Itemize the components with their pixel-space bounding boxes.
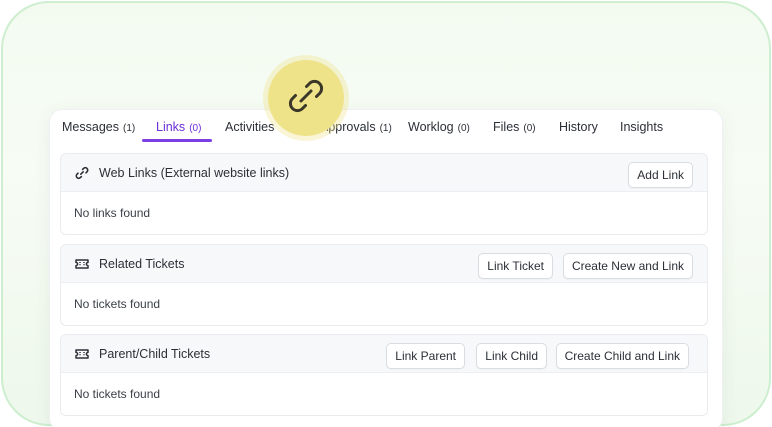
- ticket-icon: [74, 346, 90, 362]
- empty-state-text: No links found: [74, 206, 151, 220]
- tab-files[interactable]: Files (0): [493, 120, 536, 134]
- parent-child-tickets-header: Parent/Child Tickets Link Parent Link Ch…: [61, 335, 707, 373]
- tab-activities[interactable]: Activities: [225, 120, 274, 134]
- related-tickets-body: No tickets found: [61, 283, 707, 325]
- related-tickets-title: Related Tickets: [99, 257, 185, 271]
- link-child-button[interactable]: Link Child: [476, 343, 547, 369]
- tab-links[interactable]: Links (0): [156, 120, 201, 134]
- tab-worklog[interactable]: Worklog (0): [408, 120, 470, 134]
- active-tab-indicator: [142, 139, 212, 142]
- related-tickets-header: Related Tickets Link Ticket Create New a…: [61, 245, 707, 283]
- link-icon: [284, 74, 328, 123]
- empty-state-text: No tickets found: [74, 297, 161, 311]
- create-new-and-link-button[interactable]: Create New and Link: [562, 253, 693, 279]
- ticket-icon: [74, 256, 90, 272]
- tab-messages[interactable]: Messages (1): [62, 120, 135, 134]
- web-links-section: Web Links (External website links) Add L…: [60, 153, 708, 235]
- parent-child-tickets-body: No tickets found: [61, 373, 707, 415]
- web-links-title: Web Links (External website links): [99, 166, 290, 180]
- empty-state-text: No tickets found: [74, 387, 161, 401]
- parent-child-tickets-section: Parent/Child Tickets Link Parent Link Ch…: [60, 334, 708, 416]
- link-ticket-button[interactable]: Link Ticket: [478, 253, 553, 279]
- parent-child-tickets-title: Parent/Child Tickets: [99, 347, 211, 361]
- web-links-body: No links found: [61, 192, 707, 234]
- ticket-links-panel: Messages (1) Links (0) Activities Approval…: [50, 110, 722, 427]
- link-icon: [74, 165, 90, 181]
- tab-bar: Messages (1) Links (0) Activities Approval…: [50, 110, 722, 144]
- related-tickets-section: Related Tickets Link Ticket Create New a…: [60, 244, 708, 326]
- create-child-and-link-button[interactable]: Create Child and Link: [555, 343, 689, 369]
- add-link-button[interactable]: Add Link: [628, 162, 693, 188]
- web-links-header: Web Links (External website links) Add L…: [61, 154, 707, 192]
- link-parent-button[interactable]: Link Parent: [386, 343, 465, 369]
- tab-history[interactable]: History: [559, 120, 598, 134]
- link-feature-badge: [268, 60, 344, 136]
- tab-insights[interactable]: Insights: [620, 120, 663, 134]
